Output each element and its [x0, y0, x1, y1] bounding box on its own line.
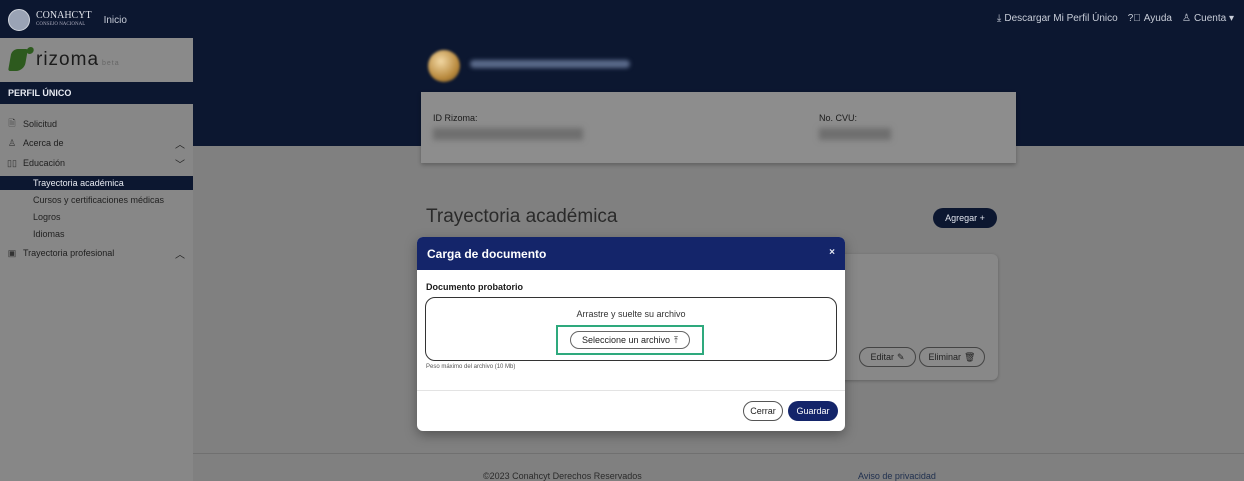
- privacy-link[interactable]: Aviso de privacidad: [858, 471, 936, 481]
- rizoma-logo-icon: [8, 49, 28, 71]
- logo-subtext: beta: [102, 60, 120, 67]
- pencil-icon: ✎: [896, 351, 905, 362]
- modal-header: Carga de documento ×: [417, 237, 845, 270]
- max-size-hint: Peso máximo del archivo (10 Mb): [426, 364, 516, 370]
- chevron-up-icon: ︿: [175, 139, 185, 151]
- sidebar: rizoma beta PERFIL ÚNICO 🗎 Solicitud ♙ Ac…: [0, 38, 193, 481]
- modal-divider: [417, 390, 845, 391]
- chevron-down-icon: ﹀: [175, 159, 185, 171]
- rizoma-logo[interactable]: rizoma beta: [0, 38, 193, 82]
- trash-icon: 🗑: [964, 351, 976, 362]
- page-title: Trayectoria académica: [426, 206, 618, 227]
- upload-icon: ⤒: [674, 334, 679, 345]
- sidebar-item-solicitud[interactable]: 🗎 Solicitud: [0, 116, 193, 132]
- footer-divider: [193, 453, 1244, 454]
- id-rizoma-value-blurred: [433, 128, 583, 140]
- add-button[interactable]: Agregar +: [933, 208, 997, 228]
- sidebar-subitem-trayectoria-academica[interactable]: Trayectoria académica: [0, 176, 193, 190]
- modal-title: Carga de documento: [427, 246, 547, 261]
- cancel-button[interactable]: Cerrar: [743, 401, 783, 421]
- sidebar-item-acerca-de[interactable]: ♙ Acerca de ︿: [0, 135, 193, 151]
- person-icon: ♙: [7, 137, 17, 148]
- close-icon[interactable]: ×: [829, 247, 835, 258]
- cvu-label: No. CVU:: [819, 113, 858, 123]
- briefcase-icon: ▣: [7, 247, 17, 258]
- user-icon: ♙: [1181, 13, 1191, 24]
- question-icon: ?⃝: [1127, 13, 1141, 24]
- download-icon: ⤓: [996, 13, 1002, 24]
- edit-button[interactable]: Editar ✎: [859, 347, 916, 367]
- brand[interactable]: CONAHCYT CONSEJO NACIONAL Inicio: [8, 9, 127, 31]
- avatar: [428, 50, 460, 82]
- download-profile-link[interactable]: ⤓ Descargar Mi Perfil Único: [997, 13, 1118, 24]
- section-header-perfil: PERFIL ÚNICO: [0, 82, 193, 104]
- dropzone-text: Arrastre y suelte su archivo: [576, 309, 686, 319]
- chevron-up-icon: ︿: [175, 249, 185, 261]
- document-label: Documento probatorio: [426, 282, 523, 292]
- account-menu[interactable]: ♙ Cuenta ▾: [1182, 13, 1234, 24]
- save-button[interactable]: Guardar: [788, 401, 838, 421]
- document-icon: 🗎: [8, 118, 16, 128]
- chevron-down-icon: ▾: [1228, 13, 1234, 24]
- select-file-button[interactable]: Seleccione un archivo ⤒: [570, 331, 690, 349]
- sidebar-subitem-cursos[interactable]: Cursos y certificaciones médicas: [0, 193, 193, 207]
- sidebar-item-trayectoria-profesional[interactable]: ▣ Trayectoria profesional ︿: [0, 245, 193, 261]
- sidebar-subitem-logros[interactable]: Logros: [0, 210, 193, 224]
- brand-subtitle: CONSEJO NACIONAL: [36, 22, 86, 27]
- upload-modal: Carga de documento × Documento probatori…: [417, 237, 845, 431]
- logo-text: rizoma: [36, 49, 100, 70]
- help-link[interactable]: ?⃝ Ayuda: [1128, 13, 1172, 24]
- conahcyt-logo-icon: [8, 9, 30, 31]
- file-dropzone[interactable]: Arrastre y suelte su archivo Seleccione …: [425, 297, 837, 361]
- select-file-highlight: Seleccione un archivo ⤒: [556, 325, 704, 355]
- profile-name-blurred: [470, 60, 630, 68]
- sidebar-item-educacion[interactable]: ▯▯ Educación ﹀: [0, 155, 193, 171]
- sidebar-subitem-idiomas[interactable]: Idiomas: [0, 227, 193, 241]
- profile-id-card: ID Rizoma: No. CVU:: [421, 92, 1016, 163]
- top-navbar: CONAHCYT CONSEJO NACIONAL Inicio ⤓ Descar…: [0, 0, 1244, 38]
- nav-inicio-link[interactable]: Inicio: [104, 15, 127, 26]
- delete-button[interactable]: Eliminar 🗑: [919, 347, 985, 367]
- cvu-value-blurred: [819, 128, 891, 140]
- book-icon: ▯▯: [7, 157, 17, 168]
- footer-copyright: ©2023 Conahcyt Derechos Reservados: [483, 471, 642, 481]
- id-rizoma-label: ID Rizoma:: [433, 113, 478, 123]
